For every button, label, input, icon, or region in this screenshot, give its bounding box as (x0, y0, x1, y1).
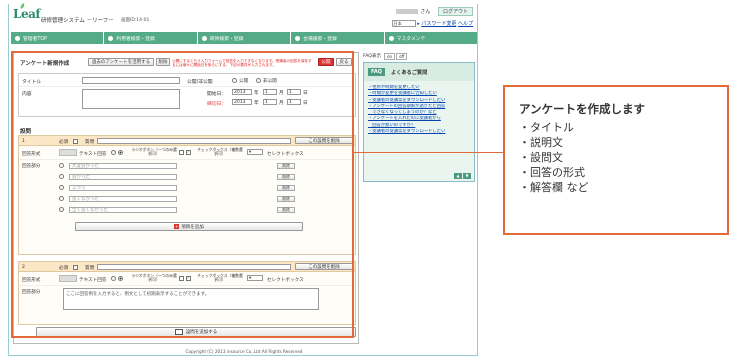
callout-item: ・説明文 (519, 136, 563, 149)
callout-item: ・解答欄 など (519, 181, 589, 194)
nav-user-search[interactable]: 利用者検索・登録 (104, 32, 198, 44)
nav-venue-search[interactable]: 会場検索・登録 (291, 32, 385, 44)
nav-label: 会場検索・登録 (303, 36, 337, 42)
main-nav: 管理者TOP 利用者検索・登録 研修検索・登録 会場検索・登録 マスタメンテ (11, 32, 477, 44)
logo: Leaf (13, 7, 41, 21)
logout-button[interactable]: ログアウト (437, 7, 473, 16)
training-icon (201, 35, 207, 41)
user-area: さん ログアウト (396, 7, 473, 16)
nav-label: 利用者検索・登録 (116, 36, 155, 42)
faq-pager: ▲ ▼ (454, 173, 471, 179)
faq-header: FAQ よくあるご質問 (364, 63, 474, 81)
nav-label: 研修検索・登録 (209, 36, 244, 42)
nav-master[interactable]: マスタメンテ (385, 32, 477, 44)
header: Leaf 研修管理システム －リーフ－ 画面ID:14-01 さん ログアウト … (9, 3, 477, 32)
system-title: 研修管理システム －リーフ－ (41, 18, 114, 24)
user-links: 日本 ▸ パスワード変更 ヘルプ (391, 20, 473, 27)
nav-label: マスタメンテ (396, 36, 426, 42)
faq-badge: FAQ (368, 68, 385, 76)
callout-item: ・回答の形式 (519, 166, 585, 179)
faq-title: よくあるご質問 (390, 69, 428, 76)
faq-off-toggle[interactable]: off (396, 52, 408, 60)
footer-copyright: Copyright (C) 2013 insource Co.,Ltd All … (185, 349, 303, 354)
nav-admin-top[interactable]: 管理者TOP (11, 32, 105, 44)
user-icon (108, 35, 114, 41)
language-select[interactable]: 日本 (391, 20, 416, 27)
arrow-down-icon[interactable]: ▼ (463, 173, 471, 179)
faq-box: FAQ よくあるご質問 ・住所や時間を変更したい ・時間が変更を受講者に告知した… (363, 62, 475, 182)
faq-list: ・住所や時間を変更したい ・時間が変更を受講者に告知したい ・受講者の受講票をダ… (364, 81, 474, 135)
faq-display-label: FAQ表示 (363, 54, 382, 59)
arrow-up-icon[interactable]: ▲ (454, 173, 462, 179)
key-icon: ▸ (417, 21, 420, 27)
password-change-link[interactable]: パスワード変更 (421, 21, 456, 27)
faq-panel: FAQ表示 on off FAQ よくあるご質問 ・住所や時間を変更したい ・時… (363, 52, 475, 182)
nav-training-search[interactable]: 研修検索・登録 (198, 32, 292, 44)
user-name-masked (396, 9, 419, 14)
master-icon (388, 35, 394, 41)
callout-item: ・タイトル (519, 121, 574, 134)
faq-item[interactable]: ・受講者の受講票をダウンロードしたい (368, 129, 474, 135)
callout-title: アンケートを作成します (519, 102, 646, 116)
user-suffix: さん (420, 9, 431, 15)
help-link[interactable]: ヘルプ (458, 21, 473, 27)
annotation-callout: アンケートを作成します ・タイトル ・説明文 ・設問文 ・回答の形式 ・解答欄 … (503, 85, 729, 235)
nav-label: 管理者TOP (23, 36, 47, 42)
callout-connector (354, 152, 504, 153)
home-icon (15, 35, 20, 41)
highlight-frame (11, 51, 354, 338)
venue-icon (295, 35, 301, 41)
callout-item: ・設問文 (519, 151, 563, 164)
faq-on-toggle[interactable]: on (384, 52, 396, 60)
faq-toggle-row: FAQ表示 on off (363, 52, 475, 60)
screen-id: 画面ID:14-01 (121, 18, 150, 23)
